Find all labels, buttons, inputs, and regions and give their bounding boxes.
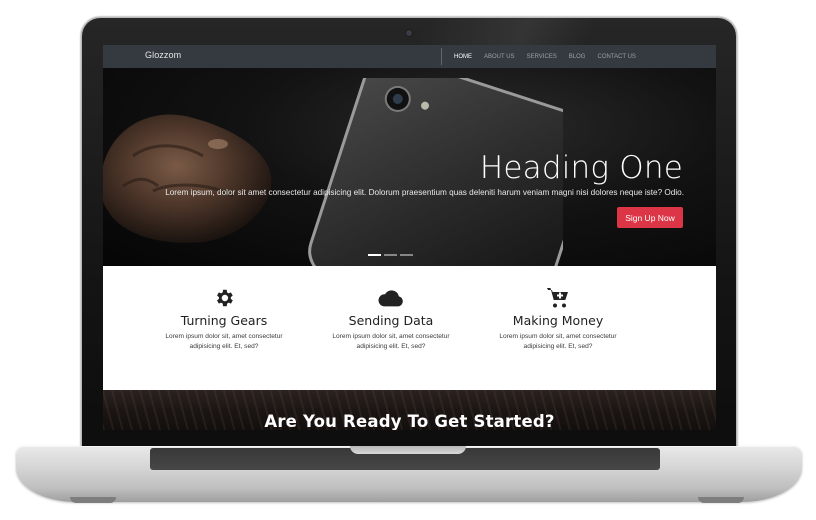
hero-text: Lorem ipsum, dolor sit amet consectetur … bbox=[165, 188, 684, 197]
carousel-indicator-1[interactable] bbox=[368, 254, 381, 256]
nav-link-services[interactable]: SERVICES bbox=[521, 54, 563, 60]
nav-divider bbox=[441, 48, 442, 65]
laptop-notch bbox=[350, 446, 466, 454]
features-section: Turning Gears Lorem ipsum dolor sit, ame… bbox=[103, 266, 716, 390]
feature-title: Sending Data bbox=[348, 313, 434, 328]
navbar: Glozzom HOME ABOUT US SERVICES BLOG CONT… bbox=[103, 45, 716, 68]
cart-plus-icon bbox=[545, 287, 571, 309]
feature-text: Lorem ipsum dolor sit, amet consectetur … bbox=[332, 333, 450, 350]
feature-title: Turning Gears bbox=[180, 313, 268, 328]
nav-menu: HOME ABOUT US SERVICES BLOG CONTACT US bbox=[448, 45, 642, 68]
hero-heading: Heading One bbox=[479, 150, 683, 186]
carousel-indicator-3[interactable] bbox=[400, 254, 413, 256]
feature-title: Making Money bbox=[512, 313, 604, 328]
laptop-mockup: Glozzom HOME ABOUT US SERVICES BLOG CONT… bbox=[0, 0, 816, 520]
laptop-foot-left bbox=[70, 497, 116, 503]
feature-text: Lorem ipsum dolor sit, amet consectetur … bbox=[165, 333, 283, 350]
cloud-icon bbox=[378, 287, 404, 309]
gear-icon bbox=[211, 287, 237, 309]
cta-title: Are You Ready To Get Started? bbox=[264, 412, 555, 430]
feature-making-money: Making Money Lorem ipsum dolor sit, amet… bbox=[474, 266, 642, 390]
webcam bbox=[406, 30, 412, 36]
laptop-foot-right bbox=[698, 497, 744, 503]
cta-section: Are You Ready To Get Started? bbox=[103, 390, 716, 430]
nav-link-about-us[interactable]: ABOUT US bbox=[478, 54, 521, 60]
feature-text: Lorem ipsum dolor sit, amet consectetur … bbox=[499, 333, 617, 350]
hero-carousel: Heading One Lorem ipsum, dolor sit amet … bbox=[103, 68, 716, 266]
nav-link-home[interactable]: HOME bbox=[448, 54, 478, 60]
screen-bezel-bottom bbox=[82, 430, 736, 446]
nav-link-contact-us[interactable]: CONTACT US bbox=[591, 54, 641, 60]
feature-turning-gears: Turning Gears Lorem ipsum dolor sit, ame… bbox=[140, 266, 308, 390]
sign-up-button[interactable]: Sign Up Now bbox=[617, 207, 683, 228]
nav-link-blog[interactable]: BLOG bbox=[563, 54, 592, 60]
feature-sending-data: Sending Data Lorem ipsum dolor sit, amet… bbox=[307, 266, 475, 390]
carousel-indicators bbox=[368, 254, 413, 256]
website-screen: Glozzom HOME ABOUT US SERVICES BLOG CONT… bbox=[103, 45, 716, 430]
brand-logo[interactable]: Glozzom bbox=[145, 50, 181, 60]
carousel-indicator-2[interactable] bbox=[384, 254, 397, 256]
